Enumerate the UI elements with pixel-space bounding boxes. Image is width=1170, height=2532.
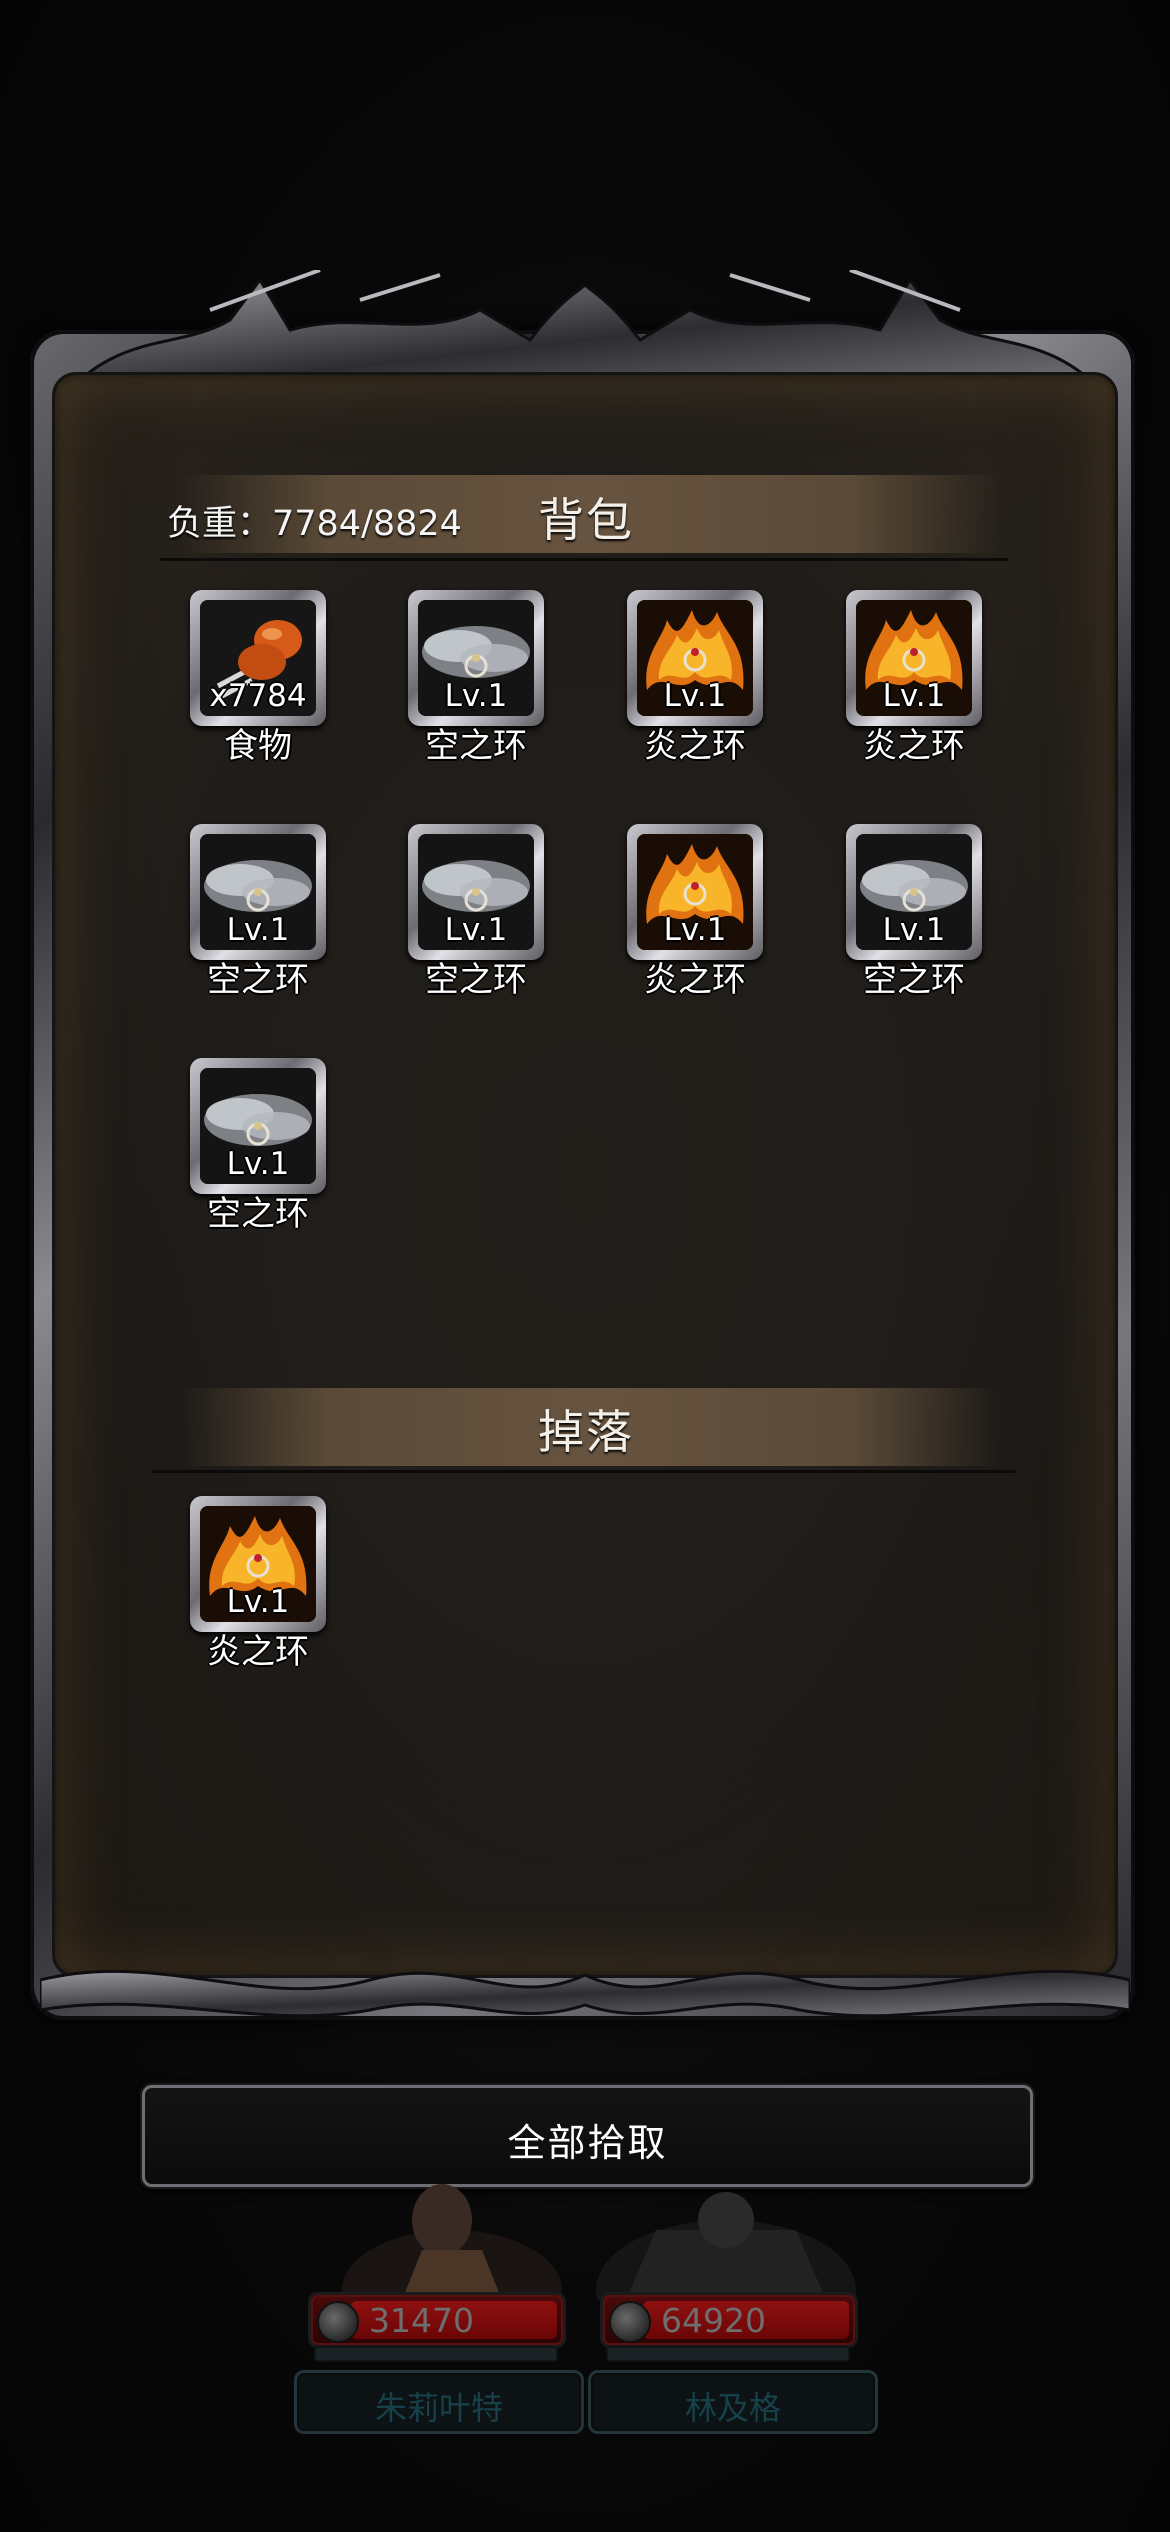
item-name: 炎之环 [644,726,746,766]
party-member-1-sub-bar [314,2346,558,2362]
item-badge: Lv.1 [882,678,946,714]
inventory-item-slot[interactable]: Lv.1 空之环 [190,1058,326,1234]
drop-item-slot[interactable]: Lv.1 炎之环 [190,1496,326,1672]
party-portrait-1 [342,2184,562,2300]
inventory-item-slot[interactable]: Lv.1 炎之环 [627,824,763,1000]
party-member-2-name: 林及格 [684,2389,781,2427]
party-member-1-name: 朱莉叶特 [374,2389,503,2427]
item-name: 空之环 [207,1194,309,1234]
inventory-item-slot[interactable]: Lv.1 空之环 [846,824,982,1000]
item-name: 空之环 [207,960,309,1000]
item-badge: Lv.1 [663,678,727,714]
pick-all-button[interactable]: 全部拾取 [142,2085,1033,2187]
item-badge: Lv.1 [226,1584,290,1620]
item-badge: Lv.1 [226,912,290,948]
carry-weight: 负重：7784/8824 [167,504,462,544]
item-name: 空之环 [425,726,527,766]
party-member-2-sub-bar [606,2346,850,2362]
inventory-item-slot[interactable]: Lv.1 空之环 [408,590,544,766]
drops-title: 掉落 [538,1405,634,1459]
inventory-item-slot[interactable]: Lv.1 空之环 [190,824,326,1000]
inventory-item-slot[interactable]: Lv.1 炎之环 [846,590,982,766]
drops-header-divider [152,1470,1016,1473]
item-badge: Lv.1 [663,912,727,948]
inventory-item-slot[interactable]: Lv.1 炎之环 [627,590,763,766]
inventory-header-divider [160,558,1008,561]
inventory-title: 背包 [538,493,634,547]
item-name: 炎之环 [644,960,746,1000]
item-name: 空之环 [425,960,527,1000]
party-member-2-button[interactable]: 林及格 [588,2370,878,2434]
party-member-1-hp-bar: 31470 [308,2292,566,2348]
item-badge: Lv.1 [444,912,508,948]
item-badge: Lv.1 [882,912,946,948]
sword-icon [609,2301,651,2343]
item-name: 食物 [224,726,292,766]
item-badge: Lv.1 [444,678,508,714]
sword-icon [317,2301,359,2343]
item-name: 炎之环 [207,1632,309,1672]
party-member-1-button[interactable]: 朱莉叶特 [294,2370,584,2434]
hp-value: 64920 [661,2301,766,2340]
item-name: 炎之环 [863,726,965,766]
pick-all-label: 全部拾取 [507,2121,668,2165]
item-badge: Lv.1 [226,1146,290,1182]
party-member-2-hp-bar: 64920 [600,2292,858,2348]
inventory-item-slot[interactable]: Lv.1 空之环 [408,824,544,1000]
item-name: 空之环 [863,960,965,1000]
inventory-item-slot[interactable]: x7784 食物 [190,590,326,766]
item-badge: x7784 [209,678,307,714]
frame-bottom-ornament [40,1969,1130,2018]
hp-value: 31470 [369,2301,474,2340]
party-portrait-2 [596,2192,856,2300]
